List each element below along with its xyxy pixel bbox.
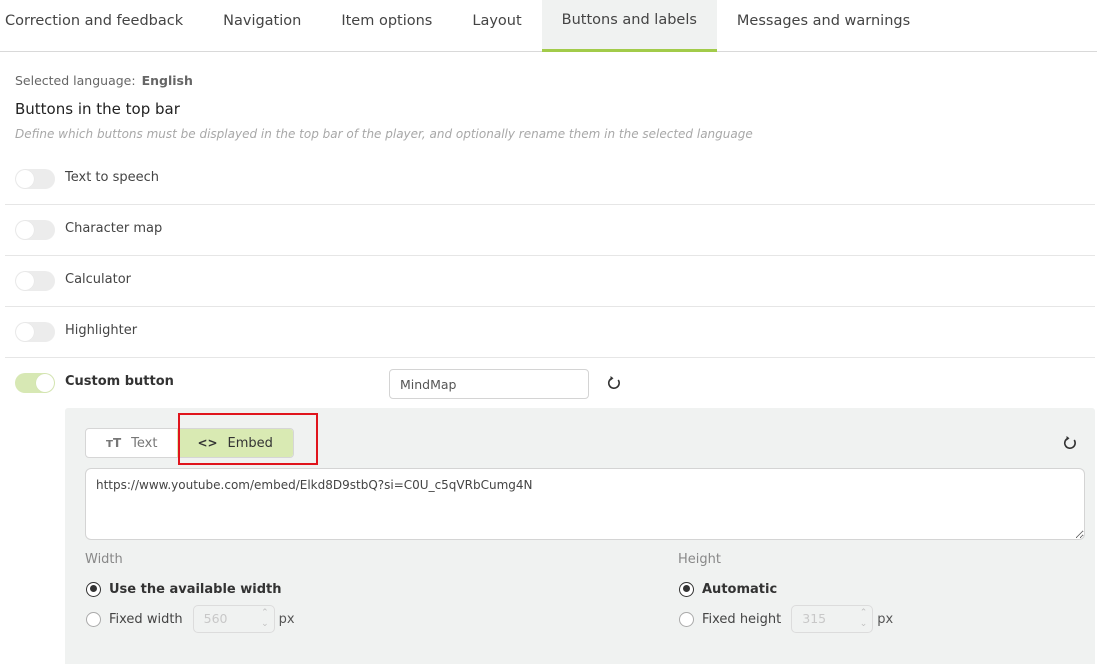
- calculator-label: Calculator: [65, 272, 132, 287]
- button-row-highlighter: Highlighter: [5, 307, 1095, 358]
- fixed-height-value: 315: [802, 611, 827, 626]
- fixed-height-input[interactable]: 315 ⌃ ⌄: [791, 605, 874, 633]
- content-mode-selector: тT Text <> Embed: [85, 428, 294, 458]
- fixed-width-option[interactable]: Fixed width 560 ⌃ ⌄ px: [86, 605, 295, 633]
- tab-item-options[interactable]: Item options: [321, 0, 452, 51]
- fixed-width-input[interactable]: 560 ⌃ ⌄: [192, 605, 275, 633]
- selected-language-value: English: [141, 73, 193, 88]
- use-available-width-option[interactable]: Use the available width: [86, 579, 282, 599]
- selected-language: Selected language: English: [15, 73, 193, 88]
- text-size-icon: тT: [106, 436, 122, 450]
- fixed-height-label: Fixed height: [702, 611, 782, 627]
- custom-button-panel: тT Text <> Embed https://www.youtube.com…: [65, 408, 1095, 664]
- tab-correction-and-feedback[interactable]: Correction and feedback: [0, 0, 203, 51]
- reset-icon[interactable]: [606, 375, 622, 391]
- button-row-text-to-speech: Text to speech: [5, 154, 1095, 205]
- tab-navigation[interactable]: Navigation: [203, 0, 321, 51]
- fixed-width-radio[interactable]: [86, 611, 101, 627]
- fixed-height-option[interactable]: Fixed height 315 ⌃ ⌄ px: [679, 605, 893, 633]
- tab-layout[interactable]: Layout: [452, 0, 541, 51]
- fixed-width-stepper[interactable]: ⌃ ⌄: [261, 608, 269, 630]
- tab-bar: Correction and feedback Navigation Item …: [0, 0, 1097, 52]
- fixed-width-unit: px: [278, 611, 295, 627]
- automatic-height-label: Automatic: [702, 581, 778, 597]
- calculator-toggle[interactable]: [15, 271, 55, 291]
- embed-mode-button[interactable]: <> Embed: [177, 429, 293, 457]
- section-title: Buttons in the top bar: [15, 100, 180, 118]
- text-mode-button[interactable]: тT Text: [86, 429, 177, 457]
- character-map-toggle[interactable]: [15, 220, 55, 240]
- fixed-height-stepper[interactable]: ⌃ ⌄: [860, 608, 868, 630]
- panel-reset-icon[interactable]: [1062, 435, 1078, 451]
- use-available-width-radio[interactable]: [86, 581, 101, 597]
- button-row-custom-button: Custom button: [5, 358, 1095, 409]
- character-map-label: Character map: [65, 221, 163, 236]
- section-description: Define which buttons must be displayed i…: [15, 127, 753, 141]
- highlighter-label: Highlighter: [65, 323, 138, 338]
- embed-mode-label: Embed: [227, 435, 273, 451]
- toggle-knob: [36, 374, 54, 392]
- automatic-height-radio[interactable]: [679, 581, 694, 597]
- fixed-height-radio[interactable]: [679, 611, 694, 627]
- fixed-width-label: Fixed width: [109, 611, 183, 627]
- code-icon: <>: [197, 436, 218, 450]
- embed-code-textarea[interactable]: https://www.youtube.com/embed/Elkd8D9stb…: [85, 468, 1085, 540]
- text-to-speech-label: Text to speech: [65, 170, 160, 185]
- use-available-width-label: Use the available width: [109, 581, 282, 597]
- automatic-height-option[interactable]: Automatic: [679, 579, 777, 599]
- width-group-label: Width: [85, 552, 123, 567]
- button-row-calculator: Calculator: [5, 256, 1095, 307]
- custom-button-label: Custom button: [65, 374, 174, 389]
- toggle-knob: [16, 170, 34, 188]
- fixed-width-value: 560: [203, 611, 228, 626]
- tab-buttons-and-labels[interactable]: Buttons and labels: [541, 0, 717, 52]
- text-mode-label: Text: [131, 435, 158, 451]
- tab-messages-and-warnings[interactable]: Messages and warnings: [717, 0, 930, 51]
- toggle-knob: [16, 272, 34, 290]
- toggle-knob: [16, 221, 34, 239]
- button-row-character-map: Character map: [5, 205, 1095, 256]
- fixed-height-unit: px: [877, 611, 894, 627]
- height-group-label: Height: [678, 552, 721, 567]
- text-to-speech-toggle[interactable]: [15, 169, 55, 189]
- custom-button-name-input[interactable]: [389, 369, 589, 399]
- selected-language-label: Selected language:: [15, 73, 136, 88]
- toggle-knob: [16, 323, 34, 341]
- highlighter-toggle[interactable]: [15, 322, 55, 342]
- custom-button-toggle[interactable]: [15, 373, 55, 393]
